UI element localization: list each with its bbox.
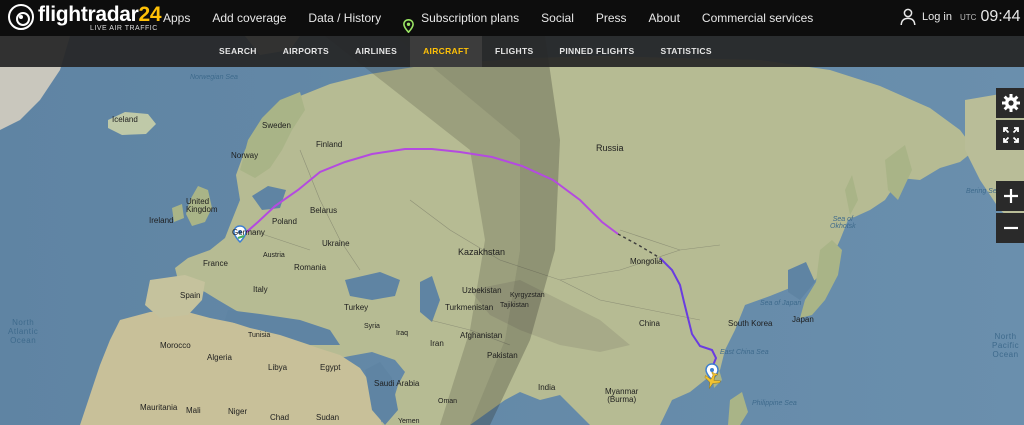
tab-statistics[interactable]: STATISTICS	[647, 36, 724, 67]
location-pin-icon	[403, 11, 415, 34]
label-south-korea: South Korea	[728, 319, 773, 328]
label-iran: Iran	[430, 339, 444, 348]
nav-subscription-plans-label: Subscription plans	[421, 11, 520, 25]
login-link[interactable]: Log in	[900, 8, 952, 26]
nav-press[interactable]: Press	[585, 0, 638, 36]
tab-search[interactable]: SEARCH	[206, 36, 270, 67]
label-iraq: Iraq	[396, 330, 409, 337]
main-menu: Apps Add coverage Data / History Subscri…	[152, 0, 824, 36]
label-sweden: Sweden	[262, 121, 291, 130]
label-north-atlantic-ocean: North Atlantic Ocean	[8, 318, 39, 346]
map-canvas	[0, 36, 1024, 425]
label-afghanistan: Afghanistan	[460, 331, 503, 340]
nav-data-history[interactable]: Data / History	[297, 0, 392, 36]
label-sea-of-japan: Sea of Japan	[760, 300, 802, 307]
label-sudan: Sudan	[316, 413, 340, 422]
label-tajikistan: Tajikistan	[500, 302, 529, 309]
label-russia: Russia	[596, 143, 624, 153]
utc-time: 09:44	[980, 8, 1021, 25]
label-oman: Oman	[438, 398, 458, 405]
label-north-pacific-ocean: North Pacific Ocean	[992, 332, 1020, 360]
nav-add-coverage[interactable]: Add coverage	[201, 0, 297, 36]
secondary-navigation: SEARCH AIRPORTS AIRLINES AIRCRAFT FLIGHT…	[0, 36, 1024, 67]
label-turkey: Turkey	[344, 303, 369, 312]
map-settings-button[interactable]	[996, 88, 1024, 118]
label-east-china-sea: East China Sea	[720, 349, 769, 356]
label-pakistan: Pakistan	[487, 351, 518, 360]
label-india: India	[538, 383, 556, 392]
label-tunisia: Tunisia	[248, 332, 271, 339]
label-myanmar: Myanmar (Burma)	[605, 387, 639, 404]
radar-logo-icon	[8, 4, 34, 30]
label-japan: Japan	[792, 315, 814, 324]
label-france: France	[203, 259, 228, 268]
label-algeria: Algeria	[207, 353, 232, 362]
label-norwegian-sea: Norwegian Sea	[190, 74, 238, 81]
label-egypt: Egypt	[320, 363, 341, 372]
logo-wordmark: flightradar24	[38, 3, 162, 26]
zoom-in-button[interactable]	[996, 181, 1024, 211]
flight-map[interactable]: Norwegian Sea Iceland Norway Sweden Finl…	[0, 36, 1024, 425]
label-niger: Niger	[228, 407, 248, 416]
label-ireland: Ireland	[149, 216, 174, 225]
label-china: China	[639, 319, 660, 328]
label-belarus: Belarus	[310, 206, 338, 215]
label-iceland: Iceland	[112, 115, 138, 124]
label-libya: Libya	[268, 363, 288, 372]
label-norway: Norway	[231, 151, 259, 160]
nav-subscription-plans[interactable]: Subscription plans	[392, 0, 530, 36]
tab-pinned-flights[interactable]: PINNED FLIGHTS	[546, 36, 647, 67]
tab-airports[interactable]: AIRPORTS	[270, 36, 342, 67]
tab-flights[interactable]: FLIGHTS	[482, 36, 546, 67]
label-united-kingdom: United Kingdom	[186, 197, 218, 214]
label-mauritania: Mauritania	[140, 403, 178, 412]
fullscreen-button[interactable]	[996, 120, 1024, 150]
label-austria: Austria	[263, 252, 285, 259]
label-italy: Italy	[253, 285, 268, 294]
label-saudi-arabia: Saudi Arabia	[374, 379, 420, 388]
minus-icon	[1004, 226, 1018, 230]
nav-commercial-services[interactable]: Commercial services	[691, 0, 824, 36]
label-syria: Syria	[364, 323, 380, 330]
login-label: Log in	[922, 11, 952, 23]
tab-aircraft[interactable]: AIRCRAFT	[410, 36, 482, 67]
label-yemen: Yemen	[398, 418, 420, 425]
label-chad: Chad	[270, 413, 290, 422]
expand-icon	[1003, 127, 1019, 143]
label-romania: Romania	[294, 263, 327, 272]
label-kazakhstan: Kazakhstan	[458, 247, 506, 257]
top-navigation-bar: flightradar24 LIVE AIR TRAFFIC Apps Add …	[0, 0, 1024, 36]
label-mongolia: Mongolia	[630, 257, 663, 266]
utc-label: UTC	[960, 12, 977, 22]
nav-apps[interactable]: Apps	[152, 0, 201, 36]
label-uzbekistan: Uzbekistan	[462, 286, 502, 295]
label-philippine-sea: Philippine Sea	[752, 400, 797, 407]
label-germany: Germany	[232, 228, 265, 237]
label-spain: Spain	[180, 291, 201, 300]
label-ukraine: Ukraine	[322, 239, 350, 248]
label-finland: Finland	[316, 140, 343, 149]
label-morocco: Morocco	[160, 341, 191, 350]
zoom-out-button[interactable]	[996, 213, 1024, 243]
plus-icon	[1004, 189, 1018, 203]
label-sea-of-okhotsk: Sea of Okhotsk	[830, 216, 856, 230]
utc-clock: UTC 09:44	[960, 8, 1021, 26]
gear-icon	[1002, 94, 1020, 112]
nav-about[interactable]: About	[638, 0, 691, 36]
label-poland: Poland	[272, 217, 297, 226]
label-mali: Mali	[186, 406, 201, 415]
logo-tagline: LIVE AIR TRAFFIC	[90, 25, 158, 32]
nav-social[interactable]: Social	[530, 0, 585, 36]
user-icon	[900, 8, 916, 26]
label-turkmenistan: Turkmenistan	[445, 303, 494, 312]
label-kyrgyzstan: Kyrgyzstan	[510, 292, 545, 299]
tab-airlines[interactable]: AIRLINES	[342, 36, 410, 67]
flightradar24-logo[interactable]: flightradar24 LIVE AIR TRAFFIC	[8, 3, 162, 34]
